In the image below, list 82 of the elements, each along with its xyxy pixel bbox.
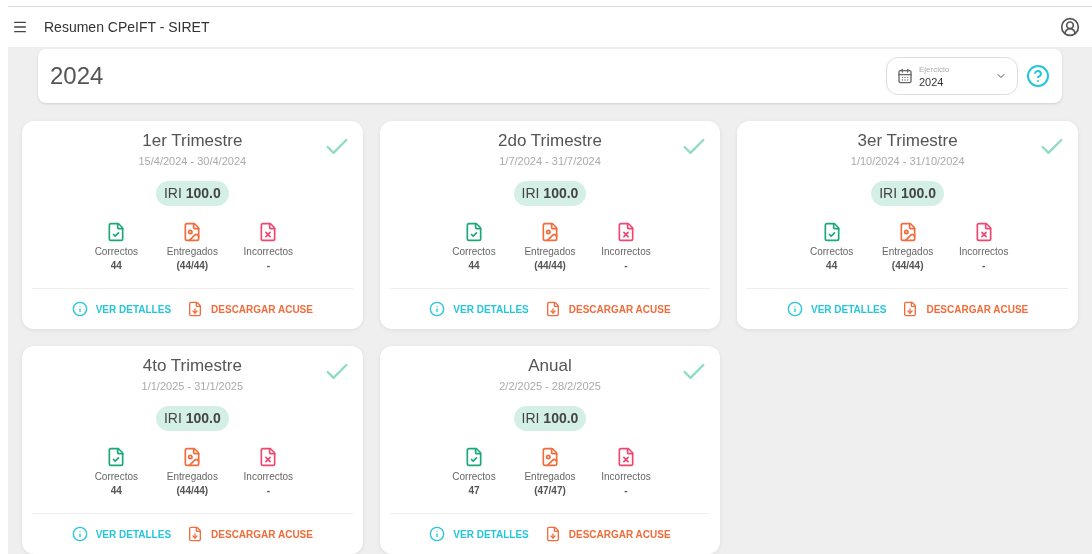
- period-dates: 2/2/2025 - 28/2/2025: [499, 379, 601, 394]
- info-icon: [71, 301, 88, 317]
- download-icon: [544, 301, 561, 317]
- details-link[interactable]: VER DETALLES: [71, 526, 172, 542]
- info-icon: [787, 301, 803, 317]
- stat-label: Entregados: [166, 246, 218, 258]
- score-badge: IRI 100.0: [513, 181, 587, 206]
- stat-value: 44: [110, 485, 122, 497]
- document-check-icon: [106, 222, 127, 242]
- document-image-icon: [540, 222, 560, 242]
- period-dates: 1/7/2024 - 31/7/2024: [499, 154, 601, 169]
- download-icon: [187, 301, 204, 317]
- stat-label: Entregados: [524, 471, 576, 483]
- info-icon: [71, 526, 88, 542]
- stat-label: Incorrectos: [243, 246, 294, 258]
- document-check-icon: [106, 447, 127, 467]
- download-link[interactable]: DESCARGAR ACUSE: [187, 526, 313, 542]
- stat-label: Correctos: [452, 471, 496, 483]
- period-dates: 1/1/2025 - 31/1/2025: [141, 379, 244, 394]
- document-image-icon: [182, 222, 203, 242]
- app-title: Resumen CPeIFT - SIRET: [44, 17, 210, 37]
- stat-label: Correctos: [94, 246, 138, 258]
- stat-label: Incorrectos: [601, 246, 651, 258]
- period-title: 2do Trimestre: [498, 130, 602, 152]
- stat-label: Correctos: [452, 246, 496, 258]
- stat-value: 44: [826, 260, 838, 272]
- select-label: Ejercicio: [919, 64, 950, 76]
- details-link[interactable]: VER DETALLES: [429, 301, 529, 317]
- stat-value: (47/47): [534, 485, 566, 497]
- period-title: 4to Trimestre: [142, 355, 242, 377]
- download-link[interactable]: DESCARGAR ACUSE: [902, 301, 1029, 317]
- stat-value: -: [982, 260, 986, 272]
- stat-value: -: [266, 260, 270, 272]
- year-heading: 2024: [50, 61, 104, 91]
- stat-label: Incorrectos: [958, 246, 1009, 258]
- details-link[interactable]: VER DETALLES: [429, 526, 529, 542]
- stat-label: Entregados: [166, 471, 218, 483]
- year-select[interactable]: Ejercicio 2024: [886, 57, 1018, 95]
- score-badge: IRI 100.0: [155, 181, 229, 206]
- document-x-icon: [616, 447, 636, 467]
- document-check-icon: [464, 447, 484, 467]
- stat-label: Entregados: [882, 246, 934, 258]
- download-link[interactable]: DESCARGAR ACUSE: [544, 301, 671, 317]
- document-image-icon: [182, 447, 203, 467]
- score-badge: IRI 100.0: [155, 406, 229, 431]
- calendar-icon: [897, 68, 913, 84]
- stat-value: 47: [468, 485, 480, 497]
- stat-label: Entregados: [524, 246, 576, 258]
- user-icon[interactable]: [1060, 17, 1080, 38]
- download-icon: [544, 526, 561, 542]
- details-link[interactable]: VER DETALLES: [787, 301, 887, 317]
- stat-value: -: [624, 485, 628, 497]
- select-value: 2024: [919, 76, 945, 88]
- stat-label: Incorrectos: [243, 471, 294, 483]
- document-check-icon: [464, 222, 484, 242]
- download-icon: [902, 301, 919, 317]
- stat-value: (44/44): [534, 260, 566, 272]
- stat-label: Correctos: [809, 246, 854, 258]
- period-title: Anual: [528, 355, 572, 377]
- stat-value: 44: [110, 260, 122, 272]
- period-title: 1er Trimestre: [142, 130, 243, 152]
- period-dates: 1/10/2024 - 31/10/2024: [850, 154, 965, 169]
- stat-label: Correctos: [94, 471, 138, 483]
- details-link[interactable]: VER DETALLES: [71, 301, 172, 317]
- score-badge: IRI 100.0: [871, 181, 945, 206]
- stat-value: (44/44): [176, 260, 209, 272]
- score-badge: IRI 100.0: [513, 406, 587, 431]
- period-dates: 15/4/2024 - 30/4/2024: [138, 154, 247, 169]
- download-link[interactable]: DESCARGAR ACUSE: [544, 526, 671, 542]
- stat-value: (44/44): [891, 260, 924, 272]
- document-image-icon: [540, 447, 560, 467]
- info-icon: [429, 526, 446, 542]
- stat-value: (44/44): [176, 485, 209, 497]
- download-icon: [187, 526, 204, 542]
- download-link[interactable]: DESCARGAR ACUSE: [187, 301, 313, 317]
- stat-label: Incorrectos: [601, 471, 651, 483]
- document-x-icon: [616, 222, 636, 242]
- period-title: 3er Trimestre: [857, 130, 958, 152]
- stat-value: -: [624, 260, 628, 272]
- stat-value: 44: [468, 260, 480, 272]
- stat-value: -: [266, 485, 270, 497]
- info-icon: [429, 301, 446, 317]
